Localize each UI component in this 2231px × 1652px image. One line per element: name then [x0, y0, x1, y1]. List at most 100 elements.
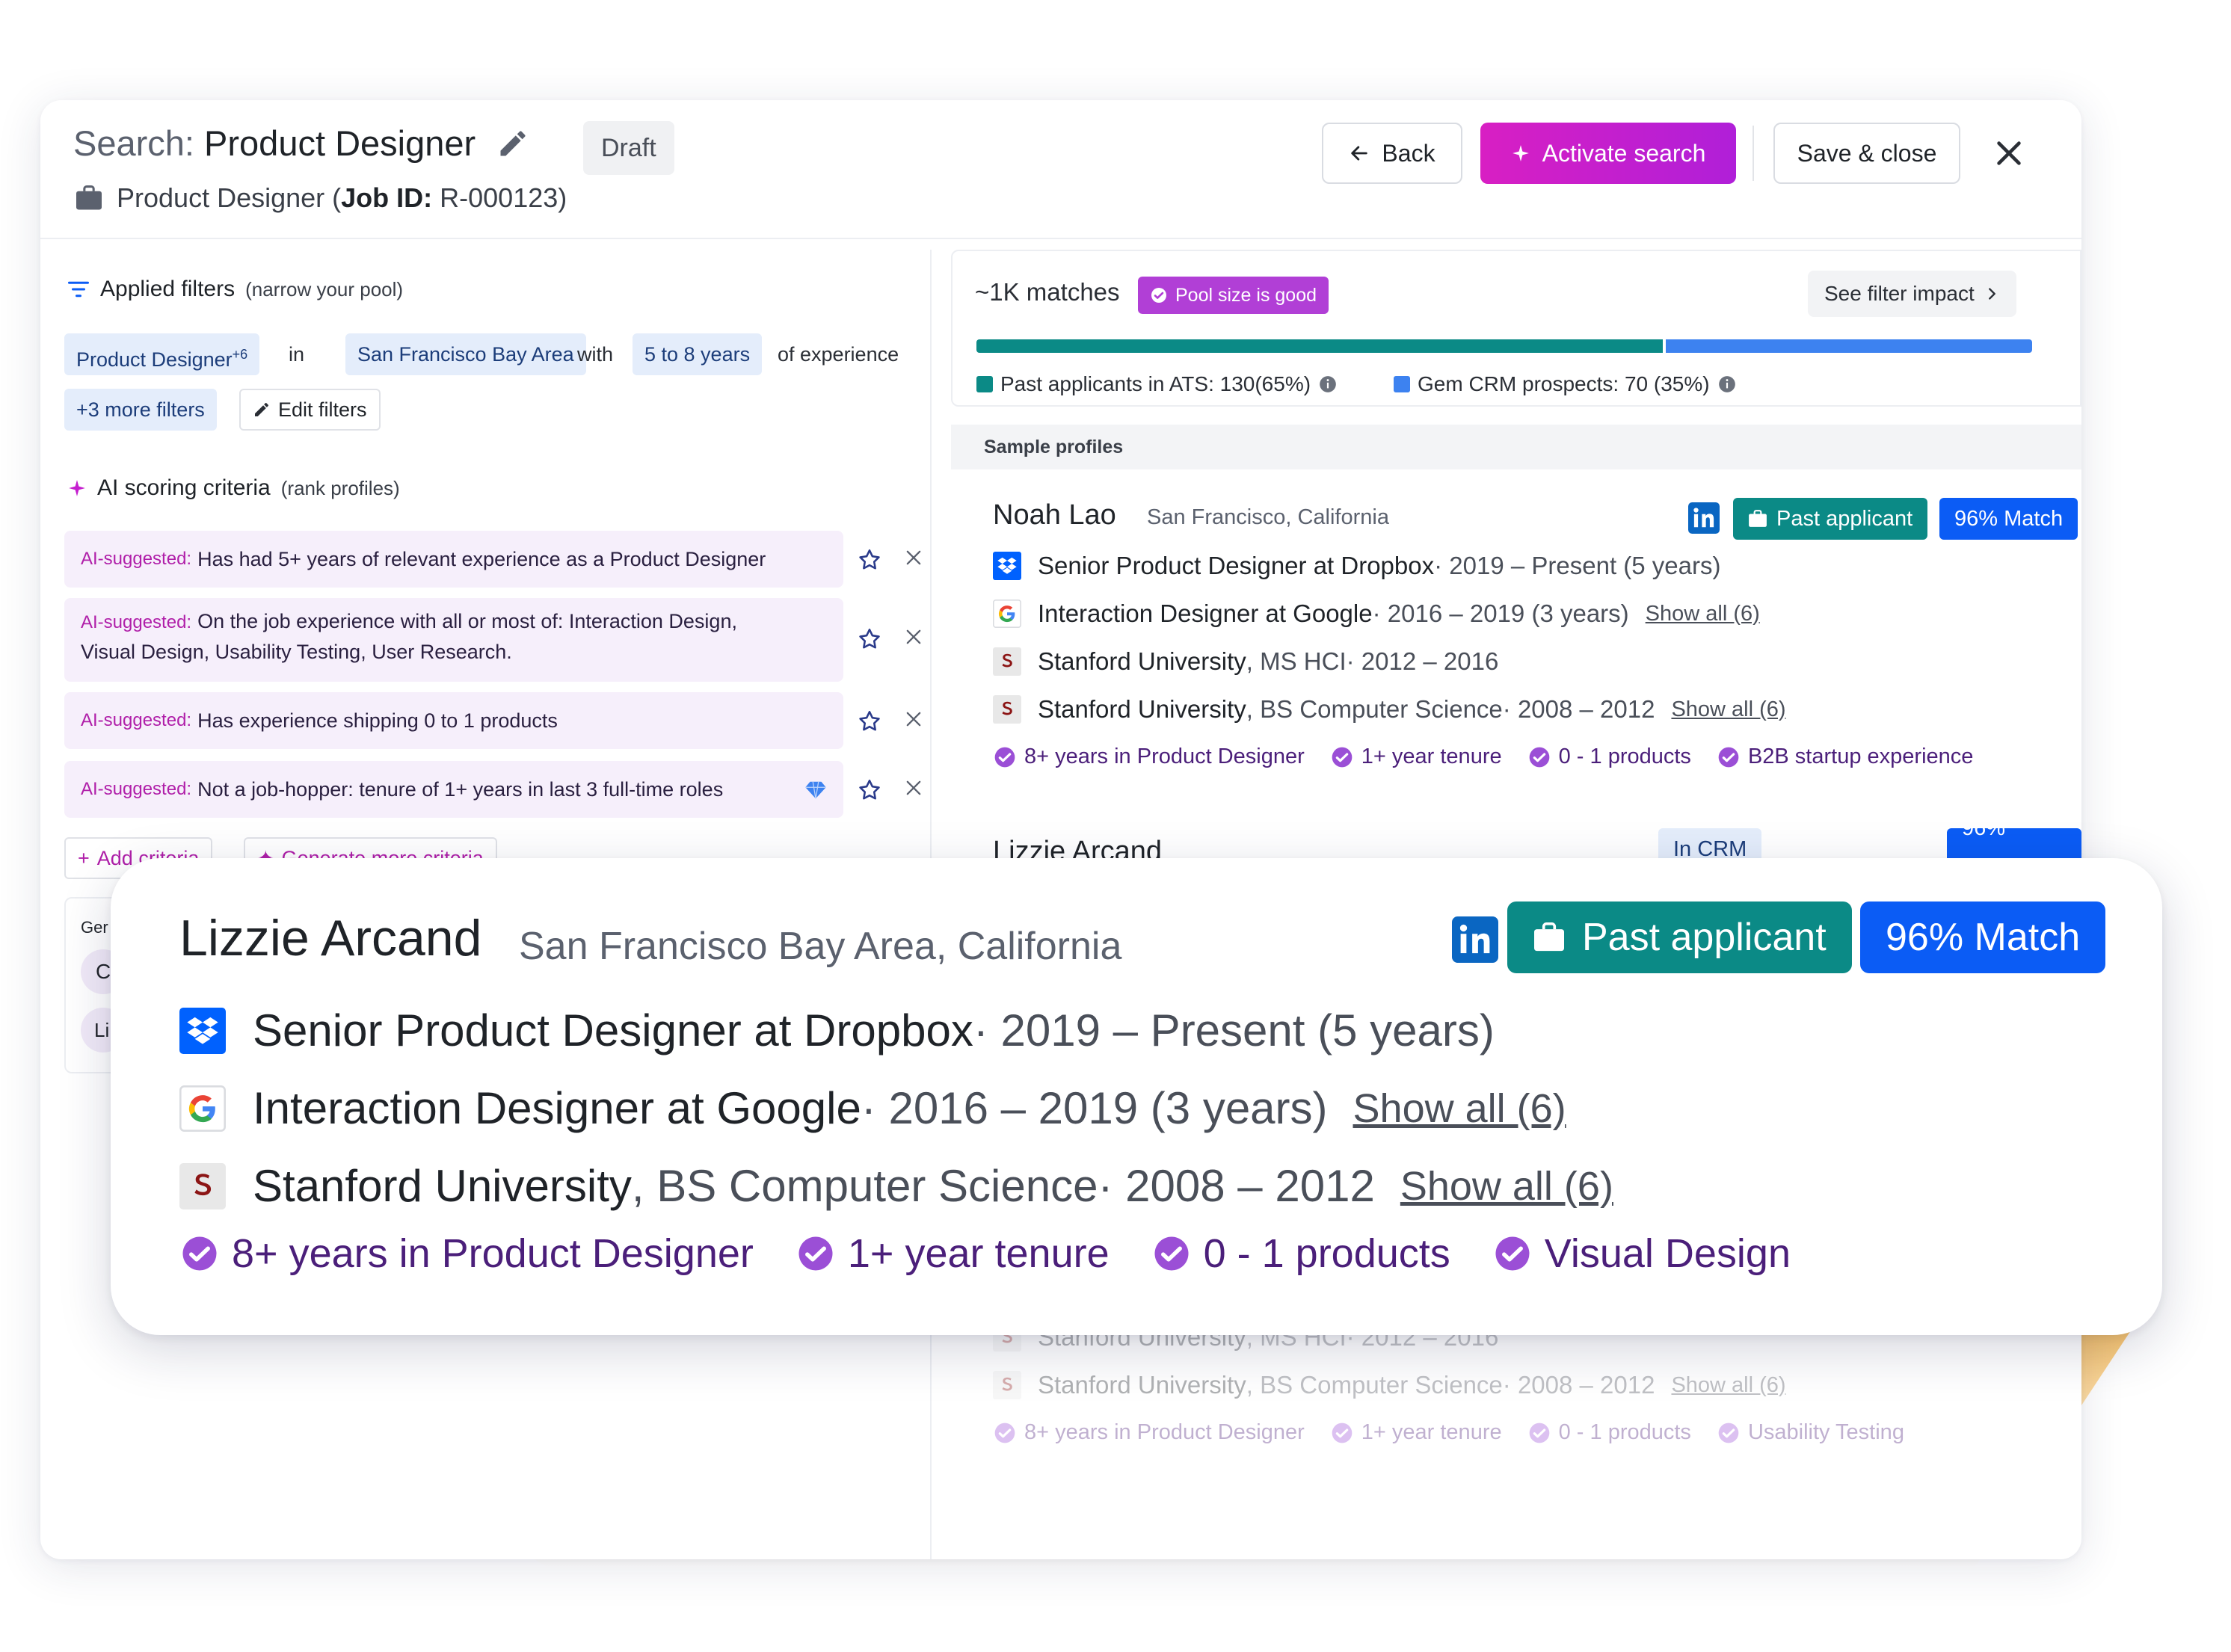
check-circle-icon: [1332, 1423, 1353, 1443]
match-badge: 96% Match: [1860, 901, 2106, 973]
pencil-icon: [255, 402, 268, 416]
show-all-link[interactable]: Show all (6): [1400, 1163, 1613, 1209]
briefcase-icon: [1749, 510, 1767, 527]
match-tag: B2B startup experience: [1717, 745, 1973, 769]
save-close-button[interactable]: Save & close: [1773, 123, 1960, 184]
show-all-link[interactable]: Show all (6): [1671, 697, 1785, 722]
highlighted-profile-card[interactable]: Lizzie Arcand San Francisco Bay Area, Ca…: [111, 858, 2162, 1335]
profile-card[interactable]: Noah Lao San Francisco, California Past …: [951, 469, 2081, 888]
google-icon: [993, 600, 1021, 628]
matches-summary: ~1K matches Pool size is good See filter…: [951, 250, 2081, 407]
sparkle-icon: [1512, 145, 1529, 161]
filter-icon: [68, 281, 89, 298]
sample-profiles-header: Sample profiles: [951, 425, 2081, 469]
dropbox-icon: [993, 552, 1021, 580]
close-icon[interactable]: [1992, 136, 2026, 170]
profile-location: San Francisco, California: [1147, 505, 1389, 529]
check-circle-icon: [1718, 747, 1739, 767]
check-circle-icon: [182, 1236, 217, 1271]
experience-row: Senior Product Designer at Dropbox · 201…: [179, 1005, 1495, 1056]
google-icon: [179, 1085, 226, 1132]
applied-filters-title: Applied filters (narrow your pool): [67, 277, 403, 302]
see-filter-impact-button[interactable]: See filter impact: [1808, 271, 2016, 317]
legend-ats-swatch: [976, 376, 993, 392]
ats-share-bar: [976, 339, 1663, 353]
linkedin-icon[interactable]: [1452, 916, 1498, 963]
past-applicant-badge: Past applicant: [1733, 498, 1928, 540]
legend-ats: Past applicants in ATS: 130(65%): [976, 372, 1338, 396]
match-tag: Usability Testing: [1717, 1420, 1904, 1445]
filter-chip-experience[interactable]: 5 to 8 years: [633, 333, 763, 375]
check-circle-icon: [994, 1423, 1015, 1443]
profile-name[interactable]: Noah Lao: [993, 499, 1116, 531]
briefcase-icon: [1534, 922, 1564, 952]
pool-status-badge: Pool size is good: [1138, 277, 1329, 314]
remove-icon[interactable]: [903, 709, 924, 730]
remove-icon[interactable]: [903, 547, 924, 568]
check-circle-icon: [1495, 1236, 1530, 1271]
remove-icon[interactable]: [903, 626, 924, 647]
profile-location: San Francisco Bay Area, California: [519, 925, 1122, 968]
job-line: Product Designer (Job ID: R-000123): [75, 182, 567, 214]
scoring-title: AI scoring criteria (rank profiles): [67, 475, 400, 501]
dropbox-icon: [179, 1007, 226, 1054]
criterion-2[interactable]: AI-suggested: On the job experience with …: [64, 598, 843, 682]
profile-tags: 8+ years in Product Designer 1+ year ten…: [179, 1230, 1791, 1277]
match-tag: Visual Design: [1492, 1230, 1791, 1277]
star-icon[interactable]: [857, 709, 882, 734]
match-count: ~1K matches: [975, 278, 1120, 306]
info-icon[interactable]: [1717, 375, 1737, 394]
education-row: Stanford University, BS Computer Science…: [993, 1371, 1786, 1399]
match-tag: 1+ year tenure: [1330, 745, 1502, 769]
filter-connector-experience: of experience: [778, 343, 899, 366]
check-circle-icon: [1718, 1423, 1739, 1443]
match-tag: 0 - 1 products: [1527, 745, 1691, 769]
star-icon[interactable]: [857, 777, 882, 803]
criterion-4[interactable]: AI-suggested: Not a job-hopper: tenure of…: [64, 761, 843, 818]
star-icon[interactable]: [857, 626, 882, 652]
header: Search: Product Designer Draft Product D…: [40, 100, 2081, 239]
activate-search-button[interactable]: Activate search: [1480, 123, 1736, 184]
info-icon[interactable]: [1318, 375, 1338, 394]
filter-chip-role[interactable]: Product Designer+6: [64, 333, 260, 375]
check-circle-icon: [1332, 747, 1353, 767]
check-circle-icon: [994, 747, 1015, 767]
education-row: Stanford University, BS Computer Science…: [179, 1160, 1613, 1212]
back-button[interactable]: Back: [1322, 123, 1462, 184]
stanford-icon: [993, 695, 1021, 724]
show-all-link[interactable]: Show all (6): [1353, 1085, 1566, 1132]
star-icon[interactable]: [857, 547, 882, 573]
filter-connector-with: with: [577, 343, 614, 366]
stanford-icon: [993, 1371, 1021, 1399]
linkedin-icon[interactable]: [1688, 502, 1720, 534]
filter-chip-location[interactable]: San Francisco Bay Area: [345, 333, 586, 375]
show-all-link[interactable]: Show all (6): [1646, 602, 1760, 626]
arrow-left-icon: [1351, 146, 1368, 161]
stanford-icon: [993, 647, 1021, 676]
profile-name[interactable]: Lizzie Arcand: [179, 909, 481, 967]
check-circle-icon: [1529, 747, 1549, 767]
match-badge: 96% Match: [1939, 498, 2078, 540]
chevron-right-icon: [1988, 288, 1995, 300]
experience-row: Senior Product Designer at Dropbox · 201…: [993, 552, 1720, 580]
crm-share-bar: [1666, 339, 2032, 353]
legend-crm: Gem CRM prospects: 70 (35%): [1394, 372, 1737, 396]
pencil-icon[interactable]: [496, 127, 529, 160]
show-all-link[interactable]: Show all (6): [1671, 1373, 1785, 1398]
check-circle-icon: [1529, 1423, 1549, 1443]
remove-icon[interactable]: [903, 777, 924, 798]
match-tag: 0 - 1 products: [1151, 1230, 1450, 1277]
experience-row: Interaction Designer at Google · 2016 – …: [179, 1082, 1566, 1134]
stanford-icon: [179, 1162, 226, 1209]
status-badge: Draft: [583, 121, 674, 175]
match-tag: 8+ years in Product Designer: [179, 1230, 754, 1277]
criterion-3[interactable]: AI-suggested: Has experience shipping 0 t…: [64, 692, 843, 749]
check-circle-icon: [798, 1236, 833, 1271]
briefcase-icon: [76, 185, 102, 210]
edit-filters-button[interactable]: Edit filters: [239, 389, 381, 431]
header-divider: [1753, 126, 1754, 181]
filter-connector-in: in: [289, 343, 305, 366]
criterion-1[interactable]: AI-suggested: Has had 5+ years of relevan…: [64, 531, 843, 588]
more-filters-chip[interactable]: +3 more filters: [64, 389, 217, 431]
match-tag: 8+ years in Product Designer: [993, 745, 1305, 769]
